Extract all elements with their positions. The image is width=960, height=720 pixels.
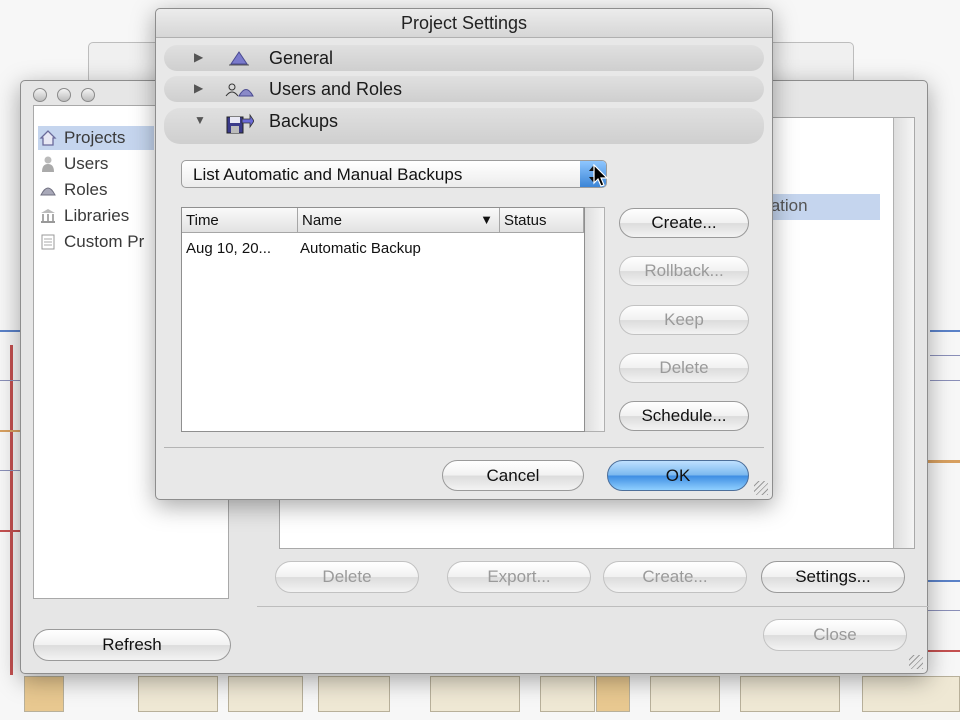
cancel-button[interactable]: Cancel (442, 460, 584, 491)
drawing-strip (430, 676, 520, 712)
section-backups[interactable]: ▼ Backups (164, 108, 764, 144)
resize-grip[interactable] (909, 655, 923, 669)
section-label: Backups (269, 111, 339, 131)
zoom-window-button[interactable] (81, 88, 95, 102)
sidebar-item-label: Projects (64, 128, 126, 147)
resize-grip[interactable] (754, 481, 768, 495)
disclosure-down-icon: ▼ (194, 113, 206, 127)
delete-backup-button[interactable]: Delete (619, 353, 749, 383)
sidebar-item-label: Libraries (64, 206, 130, 225)
project-settings-dialog: Project Settings ▶ General ▶ Users and R… (155, 8, 773, 500)
users-icon (224, 78, 254, 100)
keep-button[interactable]: Keep (619, 305, 749, 335)
table-row[interactable]: Aug 10, 20... Automatic Backup (182, 236, 584, 258)
house-icon (38, 129, 58, 147)
sidebar-item-label: Roles (64, 180, 108, 199)
triangle-icon (224, 47, 254, 69)
drawing-strip (540, 676, 595, 712)
drawing-strip (862, 676, 960, 712)
drawing-strip (24, 676, 64, 712)
create-project-button[interactable]: Create... (603, 561, 747, 593)
sort-descending-icon: ▼ (480, 212, 493, 227)
drawing-strip (138, 676, 218, 712)
drawing-strip (318, 676, 390, 712)
separator (257, 606, 929, 607)
drawing-strip (596, 676, 630, 712)
row-name: Automatic Backup (300, 240, 421, 257)
section-label: Users and Roles (269, 79, 403, 99)
role-icon (38, 181, 58, 199)
column-header-name[interactable]: Name ▼ (298, 208, 500, 233)
column-header-status[interactable]: Status (500, 208, 584, 233)
separator (164, 447, 764, 448)
minimize-window-button[interactable] (57, 88, 71, 102)
row-time: Aug 10, 20... (186, 240, 272, 257)
dialog-title: Project Settings (156, 9, 772, 38)
drawing-strip (228, 676, 303, 712)
column-header-time[interactable]: Time (182, 208, 298, 233)
section-label: General (269, 48, 334, 68)
export-button[interactable]: Export... (447, 561, 591, 593)
mouse-cursor-icon (593, 163, 609, 193)
project-list-scrollbar[interactable] (893, 118, 914, 548)
backup-icon (224, 112, 254, 134)
disclosure-right-icon: ▶ (194, 50, 204, 64)
library-icon (38, 207, 58, 225)
backups-table-scrollbar[interactable] (585, 207, 605, 432)
sidebar-item-projects[interactable]: Projects (38, 126, 154, 150)
sidebar-item-label: Users (64, 154, 109, 173)
drawing-strip (650, 676, 720, 712)
sidebar-item-label: Custom Pr (64, 232, 145, 251)
disclosure-right-icon: ▶ (194, 81, 204, 95)
refresh-button[interactable]: Refresh (33, 629, 231, 661)
settings-button[interactable]: Settings... (761, 561, 905, 593)
user-icon (38, 155, 58, 173)
section-users-and-roles[interactable]: ▶ Users and Roles (164, 76, 764, 102)
close-button[interactable]: Close (763, 619, 907, 651)
schedule-button[interactable]: Schedule... (619, 401, 749, 431)
ok-button[interactable]: OK (607, 460, 749, 491)
drawing-strip (740, 676, 840, 712)
delete-project-button[interactable]: Delete (275, 561, 419, 593)
backups-table: Time Name ▼ Status Aug 10, 20... Automat… (181, 207, 585, 432)
close-window-button[interactable] (33, 88, 47, 102)
backup-filter-select[interactable]: List Automatic and Manual Backups (181, 160, 607, 188)
project-list-item[interactable]: tation (760, 194, 880, 220)
rollback-button[interactable]: Rollback... (619, 256, 749, 286)
create-backup-button[interactable]: Create... (619, 208, 749, 238)
document-icon (38, 233, 58, 251)
section-general[interactable]: ▶ General (164, 45, 764, 71)
